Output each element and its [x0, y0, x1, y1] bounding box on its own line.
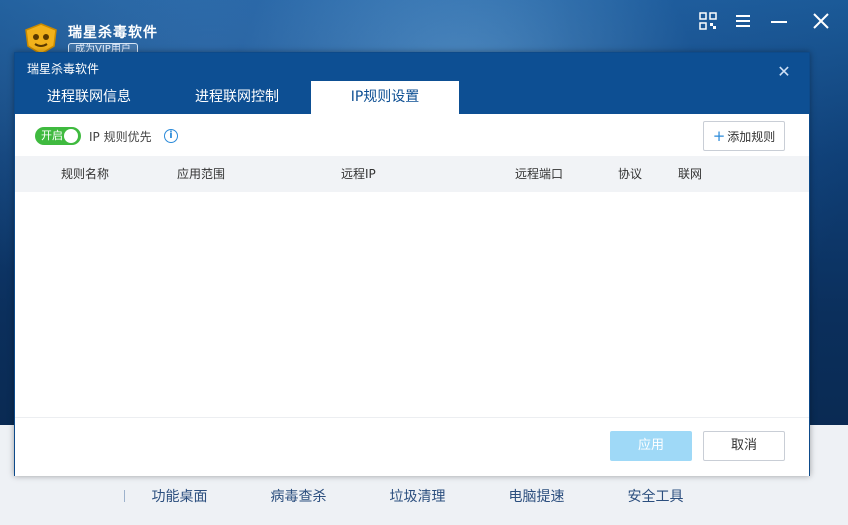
- app-title: 瑞星杀毒软件: [68, 25, 158, 41]
- qr-code-icon[interactable]: [696, 12, 720, 36]
- minimize-icon[interactable]: [767, 12, 791, 36]
- column-scope[interactable]: 应用范围: [177, 156, 225, 192]
- dialog-close-icon[interactable]: ✕: [775, 63, 793, 81]
- nav-item-desktop[interactable]: 功能桌面: [120, 486, 239, 508]
- toggle-knob: [64, 129, 78, 143]
- info-icon[interactable]: i: [164, 129, 178, 143]
- close-icon[interactable]: [809, 12, 833, 36]
- ip-rule-dialog: 瑞星杀毒软件 ✕ 进程联网信息 进程联网控制 IP规则设置 开启 IP 规则优先…: [14, 52, 810, 476]
- nav-item-security-tools[interactable]: 安全工具: [596, 486, 715, 508]
- dialog-tabs: 进程联网信息 进程联网控制 IP规则设置: [15, 81, 459, 114]
- rule-toolbar: 开启 IP 规则优先 i + 添加规则: [15, 114, 809, 156]
- add-rule-button[interactable]: + 添加规则: [703, 121, 785, 151]
- column-protocol[interactable]: 协议: [618, 156, 642, 192]
- nav-item-cleanup[interactable]: 垃圾清理: [358, 486, 477, 508]
- ip-priority-label: IP 规则优先: [89, 130, 152, 144]
- tab-process-network-info[interactable]: 进程联网信息: [15, 81, 163, 114]
- nav-item-virus-scan[interactable]: 病毒查杀: [239, 486, 358, 508]
- toggle-label: 开启: [41, 129, 63, 142]
- add-rule-label: 添加规则: [727, 130, 776, 144]
- ip-rule-toggle[interactable]: 开启: [35, 127, 81, 145]
- dialog-footer: 应用 取消: [15, 417, 809, 476]
- column-network[interactable]: 联网: [678, 156, 702, 192]
- menu-icon[interactable]: [731, 12, 755, 36]
- rule-table-body: [15, 192, 809, 416]
- bottom-nav: 功能桌面 病毒查杀 垃圾清理 电脑提速 安全工具: [120, 486, 715, 508]
- nav-item-speedup[interactable]: 电脑提速: [477, 486, 596, 508]
- dialog-header: 瑞星杀毒软件 ✕ 进程联网信息 进程联网控制 IP规则设置: [15, 53, 809, 114]
- apply-button[interactable]: 应用: [610, 431, 692, 461]
- column-remote-port[interactable]: 远程端口: [515, 156, 563, 192]
- tab-process-network-control[interactable]: 进程联网控制: [163, 81, 311, 114]
- column-rule-name[interactable]: 规则名称: [61, 156, 109, 192]
- rule-table-header: 规则名称 应用范围 远程IP 远程端口 协议 联网: [15, 156, 809, 192]
- column-remote-ip[interactable]: 远程IP: [341, 156, 376, 192]
- tab-ip-rule-settings[interactable]: IP规则设置: [311, 81, 459, 114]
- cancel-button[interactable]: 取消: [703, 431, 785, 461]
- dialog-title: 瑞星杀毒软件: [27, 62, 100, 76]
- rising-logo-icon: [22, 22, 60, 56]
- plus-icon: +: [712, 127, 726, 145]
